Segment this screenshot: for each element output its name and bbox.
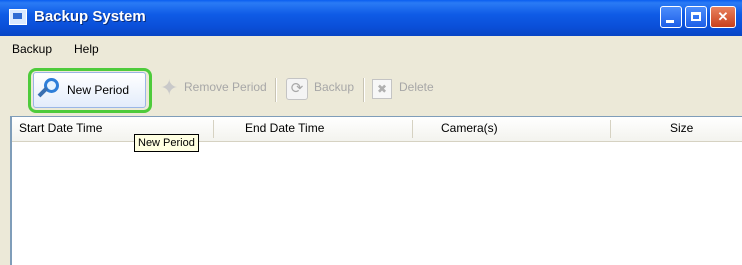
minimize-button[interactable] (660, 6, 682, 28)
delete-icon: ✖ (372, 79, 392, 99)
minimize-icon (666, 20, 674, 23)
menu-backup[interactable]: Backup (12, 42, 52, 56)
new-period-button[interactable]: New Period (33, 72, 146, 108)
maximize-button[interactable] (685, 6, 707, 28)
remove-period-button[interactable]: Remove Period (184, 80, 267, 94)
column-cameras[interactable]: Camera(s) (441, 121, 498, 135)
backup-button[interactable]: Backup (314, 80, 354, 94)
column-divider[interactable] (610, 120, 611, 138)
toolbar-separator (275, 78, 277, 102)
column-start-date-time[interactable]: Start Date Time (19, 121, 102, 135)
menu-help[interactable]: Help (74, 42, 99, 56)
window-title: Backup System (34, 8, 146, 25)
new-period-label: New Period (67, 83, 130, 97)
backup-system-window: Backup System ✕ Backup Help New Period ✦… (0, 0, 742, 265)
close-icon: ✕ (717, 9, 729, 24)
column-divider[interactable] (213, 120, 214, 138)
backup-list[interactable]: Start Date Time End Date Time Camera(s) … (10, 116, 742, 265)
delete-button[interactable]: Delete (399, 80, 434, 94)
search-icon (37, 76, 66, 104)
app-icon (9, 9, 27, 25)
column-end-date-time[interactable]: End Date Time (245, 121, 324, 135)
close-button[interactable]: ✕ (710, 6, 736, 28)
toolbar-separator (363, 78, 365, 102)
title-bar[interactable]: Backup System ✕ (0, 0, 742, 36)
maximize-icon (691, 12, 701, 21)
star-icon: ✦ (160, 75, 179, 100)
refresh-icon: ⟳ (286, 78, 308, 100)
new-period-tooltip: New Period (134, 134, 199, 152)
list-header: Start Date Time End Date Time Camera(s) … (12, 117, 742, 142)
column-size[interactable]: Size (670, 121, 693, 135)
column-divider[interactable] (412, 120, 413, 138)
